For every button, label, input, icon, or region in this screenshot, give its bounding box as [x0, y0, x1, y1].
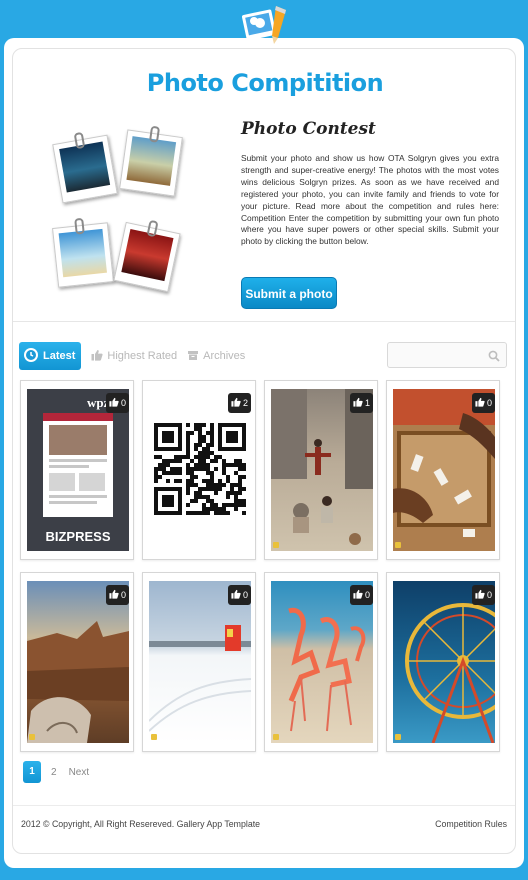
gallery-item[interactable]: 0 [386, 572, 500, 752]
ferris-wheel-photo[interactable] [393, 581, 495, 743]
collage-photo [113, 219, 181, 293]
next-page-button[interactable]: Next [69, 767, 90, 778]
pagination: 1 2 Next [23, 761, 101, 783]
photo-badge-icon [151, 734, 157, 740]
divider [13, 321, 515, 322]
clock-icon [23, 347, 39, 366]
search-input[interactable] [388, 343, 488, 367]
photo-badge-icon [29, 734, 35, 740]
main-card: Photo Compitition Photo Contest Submit y… [12, 48, 516, 854]
photo-pencil-logo-icon [240, 2, 292, 46]
thumbs-up-icon [475, 589, 485, 601]
photo-badge-icon [273, 542, 279, 548]
photo-badge-icon [273, 734, 279, 740]
gallery-item[interactable]: wpz BIZPRESS 0 [20, 380, 134, 560]
submit-photo-button[interactable]: Submit a photo [241, 277, 337, 309]
vote-button[interactable]: 0 [105, 585, 129, 605]
vote-button[interactable]: 0 [471, 393, 495, 413]
page-title: Photo Compitition [146, 69, 384, 97]
vote-count: 0 [242, 590, 248, 600]
thumbs-up-icon [109, 397, 119, 409]
contest-title: Photo Contest [241, 119, 376, 139]
search-box [387, 342, 507, 368]
photo-badge-icon [395, 734, 401, 740]
thumbs-up-icon [231, 589, 241, 601]
tab-latest[interactable]: Latest [19, 342, 82, 370]
gallery-item[interactable]: 0 [386, 380, 500, 560]
dominoes-game-photo[interactable] [393, 389, 495, 551]
collage-photo [52, 131, 118, 204]
footer-copyright: 2012 © Copyright, All Right Resereved. G… [21, 819, 261, 829]
competition-rules-link[interactable]: Competition Rules [435, 819, 507, 829]
tab-label: Highest Rated [107, 350, 178, 362]
vote-count: 2 [242, 398, 248, 408]
gallery-item[interactable]: 0 [20, 572, 134, 752]
collage-photo [52, 217, 114, 288]
tab-archives[interactable]: Archives [187, 342, 245, 370]
polaroid-collage [49, 125, 183, 299]
page-1-button[interactable]: 1 [23, 761, 41, 783]
tab-label: Latest [43, 350, 76, 362]
archive-icon [187, 349, 199, 364]
gallery-item[interactable]: 2 [142, 380, 256, 560]
gallery-item[interactable]: 1 [264, 380, 378, 560]
thumbs-up-icon [353, 397, 363, 409]
thumbs-up-icon [475, 397, 485, 409]
search-icon[interactable] [488, 349, 500, 367]
flamingos-photo[interactable] [271, 581, 373, 743]
contest-description: Submit your photo and show us how OTA So… [241, 153, 499, 247]
gallery-item[interactable]: 0 [142, 572, 256, 752]
gallery-item[interactable]: 0 [264, 572, 378, 752]
vote-button[interactable]: 2 [227, 393, 251, 413]
bizpress-theme-photo[interactable]: wpz BIZPRESS [27, 389, 129, 551]
svg-text:BIZPRESS: BIZPRESS [45, 529, 110, 544]
vote-count: 0 [120, 590, 126, 600]
collage-photo [119, 125, 183, 197]
canyon-landscape-photo[interactable] [27, 581, 129, 743]
tab-highest-rated[interactable]: Highest Rated [91, 342, 177, 370]
tab-label: Archives [203, 350, 246, 362]
vote-count: 0 [120, 398, 126, 408]
thumbs-up-icon [91, 349, 104, 364]
vote-button[interactable]: 0 [471, 585, 495, 605]
photo-gallery: wpz BIZPRESS 0 2 1 0 0 0 0 0 [20, 380, 510, 754]
snow-field-photo[interactable] [149, 581, 251, 743]
qr-code-photo[interactable] [149, 389, 251, 551]
divider [13, 805, 515, 806]
vote-button[interactable]: 1 [349, 393, 373, 413]
thumbs-up-icon [109, 589, 119, 601]
vote-button[interactable]: 0 [105, 393, 129, 413]
children-street-photo[interactable] [271, 389, 373, 551]
thumbs-up-icon [353, 589, 363, 601]
photo-badge-icon [395, 542, 401, 548]
vote-button[interactable]: 0 [349, 585, 373, 605]
vote-count: 0 [364, 590, 370, 600]
filter-tabs: Latest Highest Rated Archives [19, 342, 255, 370]
vote-count: 0 [486, 398, 492, 408]
thumbs-up-icon [231, 397, 241, 409]
page-2-button[interactable]: 2 [51, 767, 57, 778]
vote-count: 1 [364, 398, 370, 408]
vote-count: 0 [486, 590, 492, 600]
vote-button[interactable]: 0 [227, 585, 251, 605]
